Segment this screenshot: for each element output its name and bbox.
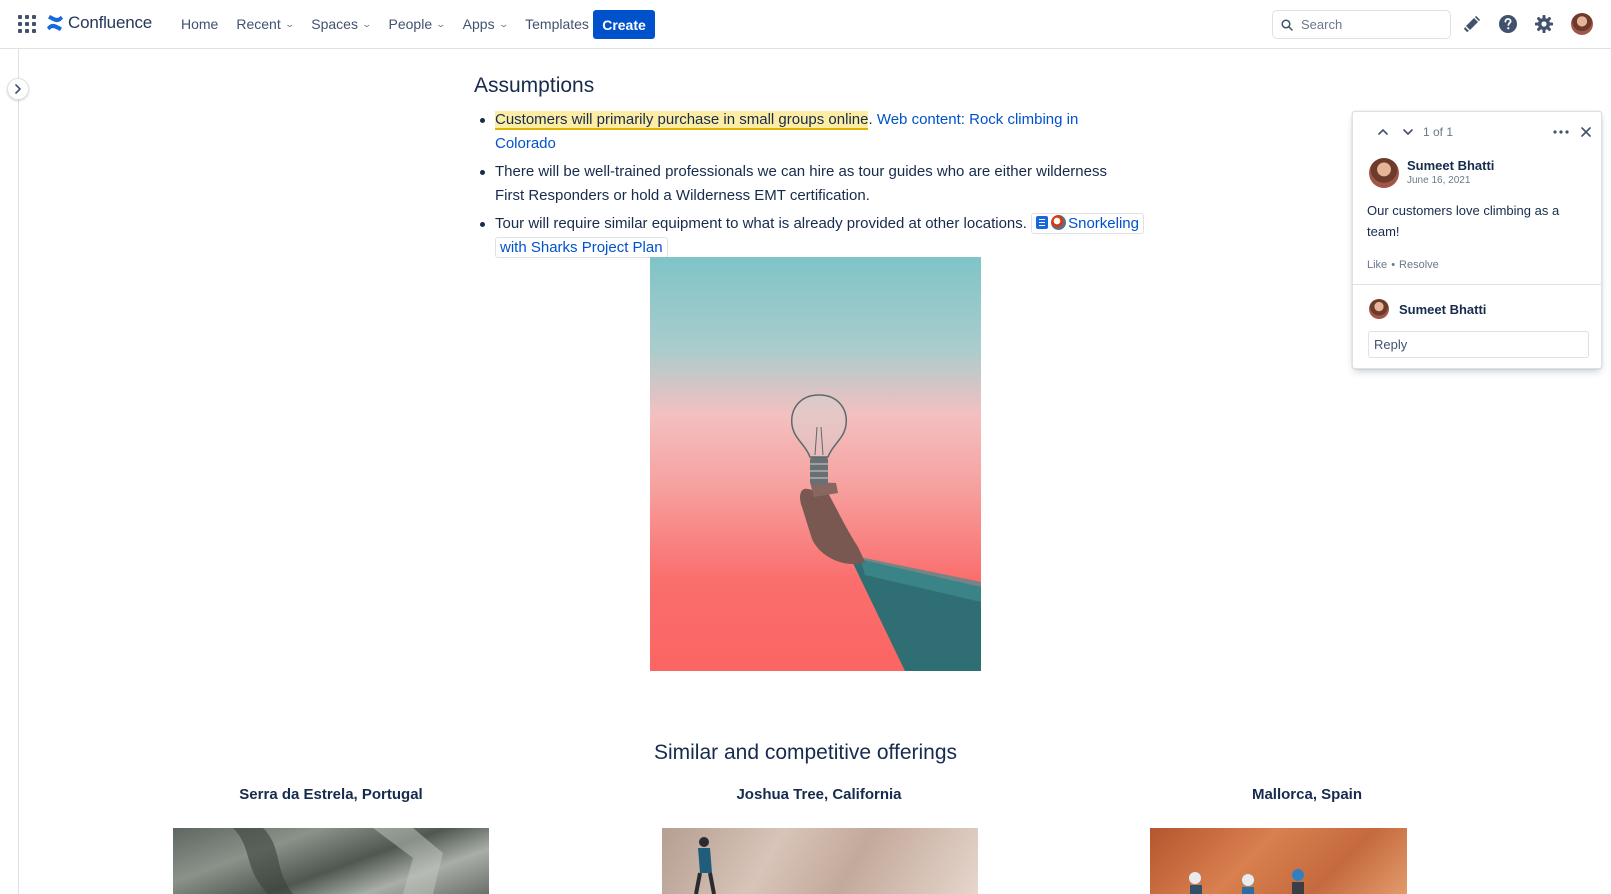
chevron-down-icon: ⌄ [435, 18, 447, 29]
chevron-up-icon [1378, 128, 1388, 135]
ellipsis-icon [1553, 130, 1569, 134]
list-item: Tour will require similar equipment to w… [480, 212, 1144, 260]
climber-figure [694, 837, 716, 894]
bullet1-separator: . [868, 111, 873, 128]
comment-date: June 16, 2021 [1407, 175, 1471, 186]
search-icon [1281, 18, 1293, 31]
lightbulb-hand-image[interactable] [650, 257, 981, 671]
comment-panel-header: 1 of 1 [1353, 112, 1601, 152]
lightbulb-illustration [791, 394, 981, 671]
more-actions-button[interactable] [1551, 124, 1571, 140]
close-comment-button[interactable] [1578, 124, 1594, 140]
chevron-down-icon: ⌄ [361, 18, 373, 29]
list-item: Customers will primarily purchase in sma… [480, 108, 1140, 156]
assumptions-heading: Assumptions [474, 74, 595, 97]
nav-apps-label: Apps [462, 16, 495, 32]
chevron-right-icon [15, 84, 21, 94]
sidebar-rail [0, 49, 19, 894]
chevron-down-icon: ⌄ [498, 18, 509, 29]
create-button[interactable]: Create [593, 10, 655, 39]
app-switcher-icon[interactable] [18, 15, 36, 33]
confluence-logo-text: Confluence [68, 13, 153, 32]
nav-templates[interactable]: Templates [516, 8, 598, 40]
document-icon [1036, 216, 1049, 229]
confluence-logo[interactable]: Confluence [46, 13, 152, 33]
inline-comment-panel: 1 of 1 Sumeet Bhatti June 16, 2021 Our c… [1352, 111, 1602, 369]
confluence-logo-icon [47, 15, 63, 31]
bullet3-text: Tour will require similar equipment to w… [495, 215, 1027, 232]
bullet2-text: There will be well-trained professionals… [495, 163, 1107, 204]
joshua-tree-image[interactable] [662, 828, 978, 894]
climbers-group [1189, 869, 1304, 894]
top-navigation-bar: Confluence Home Recent ⌄ Spaces ⌄ People ⌄ … [0, 0, 1611, 49]
nav-people-label: People [388, 16, 433, 32]
nav-spaces-label: Spaces [311, 16, 358, 32]
comment-count: 1 of 1 [1423, 125, 1454, 139]
nav-templates-label: Templates [525, 16, 589, 32]
search-field[interactable] [1272, 10, 1451, 39]
comment-author-avatar[interactable] [1369, 158, 1399, 188]
list-item: There will be well-trained professionals… [480, 160, 1140, 208]
offering-title-joshua: Joshua Tree, California [736, 786, 902, 803]
search-input[interactable] [1301, 17, 1441, 32]
reply-author-avatar [1369, 299, 1389, 319]
mallorca-image[interactable] [1150, 828, 1407, 894]
next-comment-button[interactable] [1400, 124, 1416, 140]
rock-texture [233, 828, 443, 894]
user-avatar[interactable] [1571, 13, 1593, 35]
chevron-down-icon [1403, 129, 1413, 136]
nav-home[interactable]: Home [172, 8, 227, 40]
expand-sidebar-button[interactable] [7, 78, 29, 100]
assumptions-list: Customers will primarily purchase in sma… [480, 108, 1144, 264]
nav-recent[interactable]: Recent ⌄ [227, 8, 302, 40]
snorkel-emoji-icon [1051, 215, 1067, 230]
comment-actions: Like • Resolve [1367, 259, 1439, 271]
previous-comment-button[interactable] [1375, 124, 1391, 140]
comment-author-name[interactable]: Sumeet Bhatti [1407, 158, 1494, 173]
nav-home-label: Home [181, 16, 219, 32]
nav-recent-label: Recent [236, 16, 281, 32]
comment-body: Our customers love climbing as a team! [1367, 203, 1560, 239]
commented-text-highlight[interactable]: Customers will primarily purchase in sma… [495, 111, 869, 130]
chevron-down-icon: ⌄ [284, 18, 295, 29]
gear-icon [1535, 15, 1553, 33]
like-button[interactable]: Like [1367, 259, 1387, 271]
offering-title-mallorca: Mallorca, Spain [1251, 786, 1363, 803]
reply-input[interactable] [1368, 331, 1589, 358]
close-icon [1581, 127, 1591, 137]
offerings-heading: Similar and competitive offerings [653, 741, 958, 764]
help-icon[interactable] [1497, 13, 1519, 35]
reply-author-name: Sumeet Bhatti [1399, 302, 1487, 317]
serra-da-estrela-image[interactable] [173, 828, 489, 894]
settings-icon[interactable] [1533, 13, 1555, 35]
comment-divider [1353, 284, 1601, 285]
primary-nav: Home Recent ⌄ Spaces ⌄ People ⌄ Apps ⌄ Templ… [172, 0, 598, 48]
nav-spaces[interactable]: Spaces ⌄ [302, 8, 379, 40]
resolve-button[interactable]: Resolve [1399, 259, 1439, 271]
nav-people[interactable]: People ⌄ [380, 8, 454, 40]
nav-apps[interactable]: Apps ⌄ [454, 8, 516, 40]
notification-megaphone-icon [1464, 15, 1481, 32]
actions-separator: • [1391, 259, 1396, 271]
offering-title-serra: Serra da Estrela, Portugal [239, 786, 423, 803]
notifications-icon[interactable] [1461, 13, 1483, 35]
question-mark-icon [1499, 15, 1517, 33]
